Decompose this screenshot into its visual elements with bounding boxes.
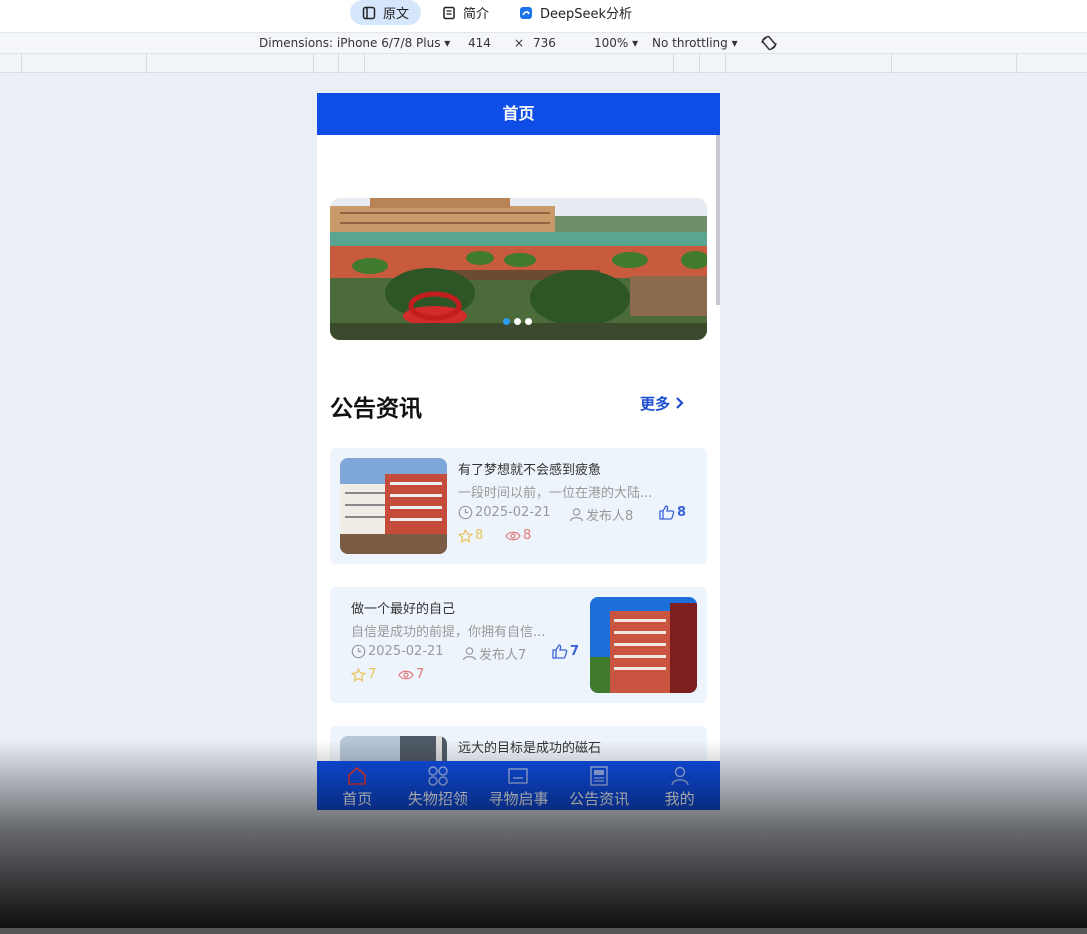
tab-label: 简介 <box>463 7 490 22</box>
more-link[interactable]: 更多 <box>640 393 685 414</box>
tab-label: 首页 <box>342 790 373 808</box>
scrollbar[interactable] <box>716 135 720 305</box>
news-author-text: 发布人7 <box>479 648 527 663</box>
star-count: 8 <box>475 528 484 543</box>
view-count-badge: 7 <box>398 667 424 682</box>
carousel-dot[interactable] <box>503 318 510 325</box>
phone-viewport: 首页 公告资讯 更多 有了梦想就不会感到疲惫 一段时间以前，一位在港的大陆...… <box>317 93 720 810</box>
tab-summary[interactable]: 简介 <box>430 0 501 25</box>
star-count: 7 <box>368 667 377 682</box>
tab-original[interactable]: 原文 <box>350 0 422 25</box>
tab-lost-found[interactable]: 失物招领 <box>398 761 479 810</box>
tab-label: 公告资讯 <box>569 790 630 808</box>
user-icon <box>569 508 584 522</box>
news-desc: 自信是成功的前提，你拥有自信... <box>351 625 546 640</box>
news-author: 发布人8 <box>569 505 633 524</box>
star-icon <box>458 528 473 543</box>
grid-icon <box>428 766 448 786</box>
tab-label: DeepSeek分析 <box>540 7 633 22</box>
more-label: 更多 <box>640 395 671 413</box>
eye-icon <box>398 670 414 679</box>
bottom-tab-bar: 首页 失物招领 寻物启事 公告资讯 我的 <box>317 761 720 810</box>
throttling-select[interactable]: No throttling ▾ <box>652 36 738 50</box>
view-count: 8 <box>523 528 532 543</box>
tab-deepseek[interactable]: DeepSeek分析 <box>507 0 644 25</box>
tab-news[interactable]: 公告资讯 <box>559 761 640 810</box>
news-title: 有了梦想就不会感到疲惫 <box>458 463 602 478</box>
home-icon <box>348 766 367 785</box>
news-date-text: 2025-02-21 <box>475 505 551 520</box>
carousel-dots[interactable] <box>503 318 532 325</box>
tab-label: 我的 <box>664 790 695 808</box>
favorite-button[interactable]: 7 <box>351 667 376 682</box>
notes-icon <box>443 6 455 19</box>
carousel-dot[interactable] <box>514 318 521 325</box>
like-count: 8 <box>677 505 687 520</box>
news-card[interactable]: 有了梦想就不会感到疲惫 一段时间以前，一位在港的大陆... 2025-02-21… <box>330 448 707 564</box>
times-sign: × <box>514 36 525 50</box>
ruler <box>0 54 1087 73</box>
news-author: 发布人7 <box>462 644 526 663</box>
clock-icon <box>458 505 473 520</box>
news-thumbnail <box>340 458 447 554</box>
like-count: 7 <box>570 644 580 659</box>
bottom-edge <box>0 928 1087 934</box>
chevron-right-icon <box>676 397 684 409</box>
thumbs-up-icon <box>659 505 675 520</box>
document-icon <box>362 6 376 19</box>
zoom-label: 100% <box>594 36 629 50</box>
view-count: 7 <box>416 667 425 682</box>
news-card[interactable]: 做一个最好的自己 自信是成功的前提，你拥有自信... 2025-02-21 发布… <box>330 587 707 703</box>
device-label: Dimensions: iPhone 6/7/8 Plus <box>259 36 441 50</box>
eye-icon <box>505 531 521 540</box>
news-title: 做一个最好的自己 <box>351 602 456 617</box>
banner-carousel[interactable] <box>330 198 707 340</box>
throttling-label: No throttling <box>652 36 728 50</box>
devtools-toolbar: Dimensions: iPhone 6/7/8 Plus ▾ 414 × 73… <box>0 32 1087 54</box>
news-thumbnail <box>590 597 697 693</box>
notice-board-icon <box>508 768 529 784</box>
news-title: 远大的目标是成功的磁石 <box>458 741 602 756</box>
tab-label: 原文 <box>383 7 410 22</box>
height-input[interactable]: 736 <box>533 36 556 50</box>
news-author-text: 发布人8 <box>586 509 634 524</box>
tab-label: 寻物启事 <box>488 790 549 808</box>
rotate-icon[interactable] <box>760 34 778 52</box>
tab-home[interactable]: 首页 <box>317 761 398 810</box>
page-title: 首页 <box>317 93 720 135</box>
tab-mine[interactable]: 我的 <box>639 761 720 810</box>
section-title: 公告资讯 <box>330 396 422 422</box>
star-icon <box>351 667 366 682</box>
like-button[interactable]: 7 <box>552 644 579 659</box>
reader-tab-bar: 原文 简介 DeepSeek分析 <box>0 0 1087 32</box>
news-desc: 一段时间以前，一位在港的大陆... <box>458 486 653 501</box>
view-count-badge: 8 <box>505 528 531 543</box>
like-button[interactable]: 8 <box>659 505 686 520</box>
zoom-select[interactable]: 100% ▾ <box>594 36 638 50</box>
news-date-text: 2025-02-21 <box>368 644 444 659</box>
newspaper-icon <box>590 766 608 786</box>
clock-icon <box>351 644 366 659</box>
width-input[interactable]: 414 <box>468 36 491 50</box>
favorite-button[interactable]: 8 <box>458 528 483 543</box>
device-select[interactable]: Dimensions: iPhone 6/7/8 Plus ▾ <box>259 36 450 50</box>
user-icon <box>462 647 477 661</box>
user-icon <box>670 766 689 786</box>
deepseek-icon <box>520 6 532 19</box>
news-date: 2025-02-21 <box>458 505 551 520</box>
tab-lost-items[interactable]: 寻物启事 <box>478 761 559 810</box>
tab-label: 失物招领 <box>407 790 468 808</box>
news-date: 2025-02-21 <box>351 644 444 659</box>
thumbs-up-icon <box>552 644 568 659</box>
carousel-dot[interactable] <box>525 318 532 325</box>
